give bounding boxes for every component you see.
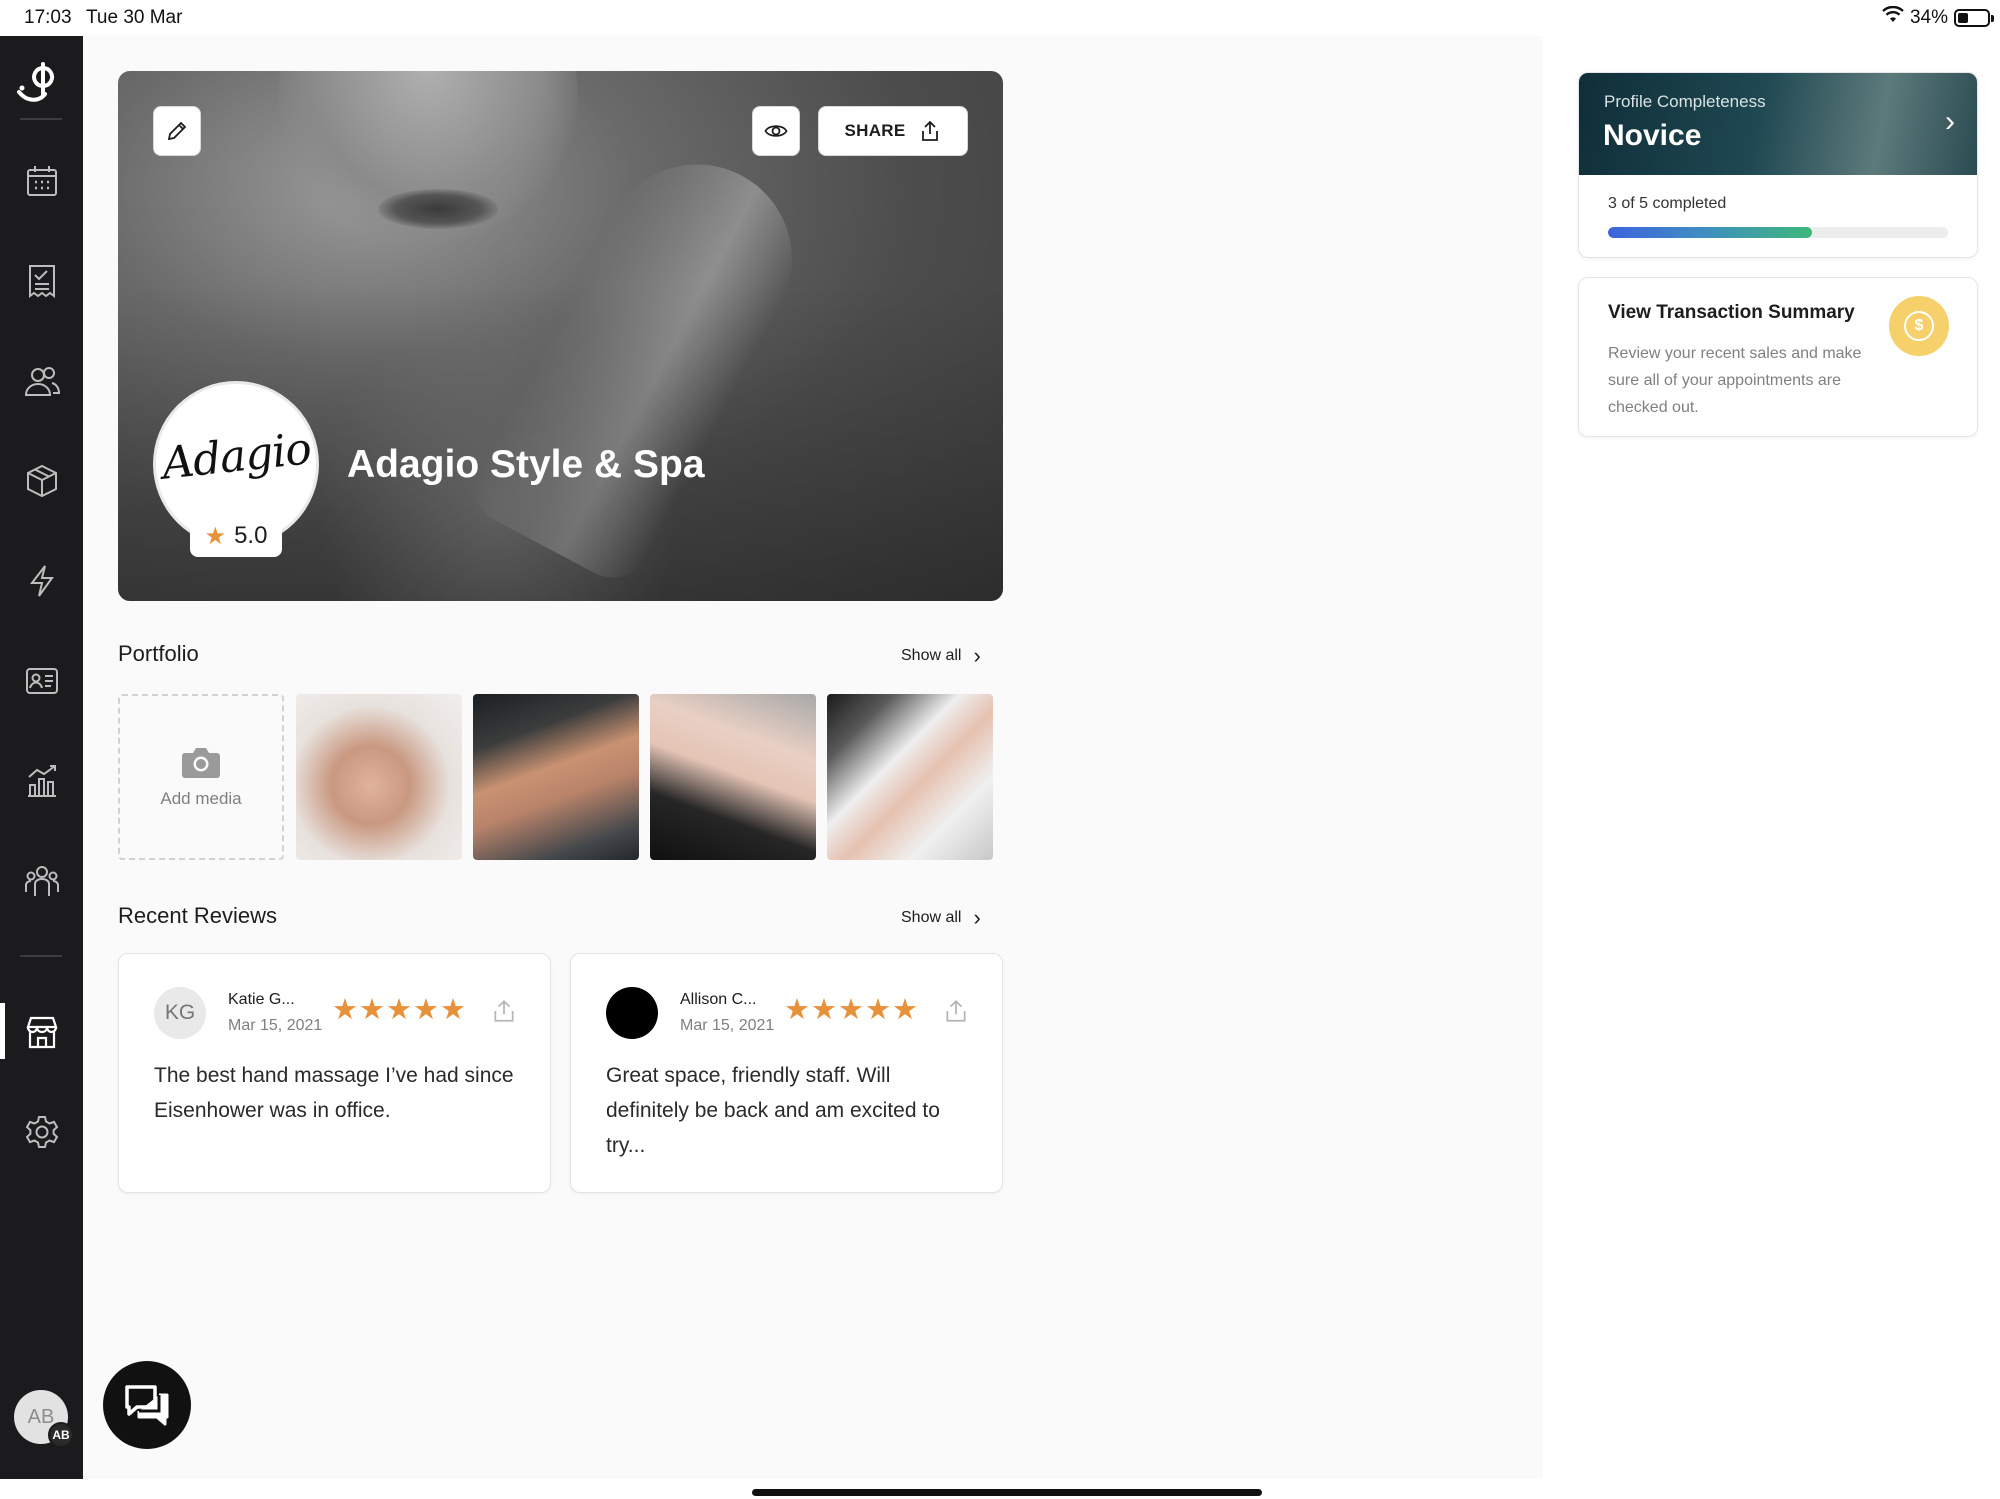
coin-symbol: $ — [1904, 311, 1934, 341]
reviewer-name: Katie G... — [228, 991, 295, 1008]
transaction-summary-title: View Transaction Summary — [1608, 302, 1855, 323]
share-icon[interactable] — [491, 998, 517, 1024]
avatar-badge: AB — [48, 1422, 74, 1448]
portfolio-title: Portfolio — [118, 641, 199, 666]
chevron-right-icon: › — [1945, 105, 1955, 138]
share-icon — [921, 120, 938, 141]
rating-value: 5.0 — [234, 522, 268, 549]
review-text: Great space, friendly staff. Will defini… — [606, 1064, 940, 1157]
sidebar-divider — [20, 118, 62, 120]
id-card-icon[interactable] — [19, 658, 65, 704]
portfolio-photo-facial[interactable] — [650, 694, 816, 860]
sidebar: AB AB — [0, 36, 83, 1479]
storefront-icon[interactable] — [0, 1003, 65, 1059]
review-card[interactable]: KG Katie G... Mar 15, 2021 ★★★★★ The bes… — [118, 953, 551, 1193]
add-media-button[interactable]: Add media — [118, 694, 284, 860]
dollar-coin-icon: $ — [1889, 296, 1949, 356]
rating-badge: ★ 5.0 — [190, 515, 282, 557]
chevron-right-icon: › — [973, 905, 981, 930]
booker-logo-icon[interactable] — [13, 56, 69, 112]
progress-fill — [1608, 227, 1812, 238]
review-card[interactable]: Allison C... Mar 15, 2021 ★★★★★ Great sp… — [570, 953, 1003, 1193]
progress-text: 3 of 5 completed — [1608, 195, 1727, 212]
reviewer-name: Allison C... — [680, 991, 757, 1008]
status-right: 34% — [1882, 5, 1994, 30]
profile-completeness-card[interactable]: Profile Completeness Novice › 3 of 5 com… — [1578, 72, 1978, 258]
share-icon[interactable] — [943, 998, 969, 1024]
star-icon: ★ — [204, 522, 227, 550]
reviews-show-all[interactable]: Show all › — [901, 905, 981, 931]
pencil-icon — [167, 121, 187, 141]
business-name: Adagio Style & Spa — [347, 443, 705, 486]
progress-bar — [1608, 227, 1948, 238]
calendar-icon[interactable] — [19, 158, 65, 204]
profile-completeness-label: Profile Completeness — [1604, 92, 1766, 111]
share-label: SHARE — [844, 121, 906, 140]
review-date: Mar 15, 2021 — [680, 1017, 775, 1034]
avatar-initials: AB — [27, 1405, 55, 1428]
main-content: SHARE Adagio ★ 5.0 Adagio Style & Spa Po… — [83, 36, 1543, 1479]
eye-icon — [764, 125, 788, 137]
review-text: The best hand massage I’ve had since Eis… — [154, 1064, 514, 1122]
gear-icon[interactable] — [19, 1109, 65, 1155]
review-date: Mar 15, 2021 — [228, 1017, 323, 1034]
home-indicator[interactable] — [752, 1489, 1262, 1496]
battery-fill — [1958, 13, 1968, 23]
portfolio-show-all[interactable]: Show all › — [901, 643, 981, 669]
reviewer-avatar: KG — [154, 987, 206, 1039]
portfolio-photo-chest-massage[interactable] — [473, 694, 639, 860]
portfolio-photo-hand-massage[interactable] — [296, 694, 462, 860]
add-media-label: Add media — [160, 789, 242, 808]
review-stars: ★★★★★ — [784, 994, 919, 1026]
wifi-icon — [1882, 5, 1904, 30]
review-stars: ★★★★★ — [332, 994, 467, 1026]
sidebar-divider — [20, 955, 62, 957]
chevron-right-icon: › — [973, 643, 981, 668]
reviews-title: Recent Reviews — [118, 903, 277, 928]
lightning-icon[interactable] — [19, 558, 65, 604]
business-logo-text: Adagio — [159, 422, 313, 490]
status-time: 17:03 — [24, 7, 72, 28]
chat-icon — [125, 1385, 169, 1426]
battery-icon — [1954, 9, 1994, 27]
clients-icon[interactable] — [19, 358, 65, 404]
reviewer-avatar — [606, 987, 658, 1039]
receipt-icon[interactable] — [19, 258, 65, 304]
preview-button[interactable] — [752, 106, 800, 156]
status-date: Tue 30 Mar — [86, 7, 183, 28]
cover-photo: SHARE Adagio ★ 5.0 Adagio Style & Spa — [118, 71, 1003, 601]
chat-button[interactable] — [103, 1361, 191, 1449]
status-bar: 17:03 Tue 30 Mar 34% — [0, 0, 2000, 36]
portfolio-photo-manicure[interactable] — [827, 694, 993, 860]
transaction-summary-description: Review your recent sales and make sure a… — [1608, 345, 1862, 416]
camera-icon — [182, 748, 220, 778]
show-all-label: Show all — [901, 909, 962, 926]
edit-cover-button[interactable] — [153, 106, 201, 156]
show-all-label: Show all — [901, 647, 962, 664]
chart-icon[interactable] — [19, 758, 65, 804]
battery-percent: 34% — [1909, 7, 1948, 28]
team-icon[interactable] — [19, 858, 65, 904]
transaction-summary-card[interactable]: View Transaction Summary Review your rec… — [1578, 277, 1978, 437]
user-avatar[interactable]: AB AB — [14, 1390, 74, 1448]
profile-completeness-banner: Profile Completeness Novice › — [1579, 73, 1977, 175]
box-icon[interactable] — [19, 458, 65, 504]
share-button[interactable]: SHARE — [818, 106, 968, 156]
profile-level: Novice — [1603, 119, 1702, 152]
